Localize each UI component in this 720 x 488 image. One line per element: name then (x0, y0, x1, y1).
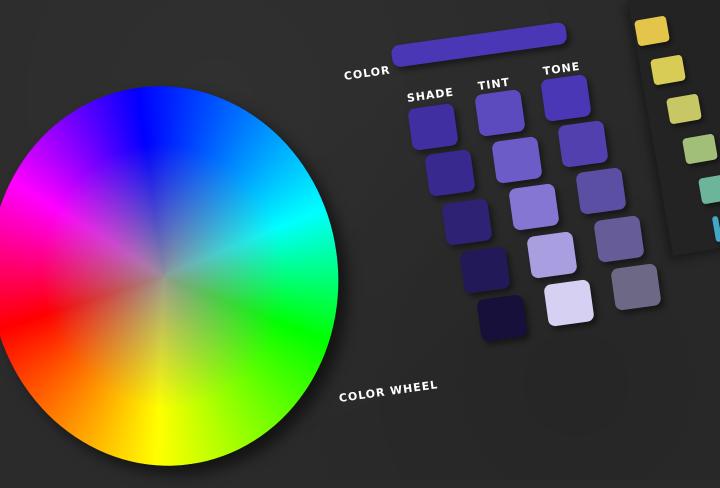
palette-swatch[interactable] (633, 15, 671, 47)
tone-swatch[interactable] (610, 263, 662, 311)
tone-swatch[interactable] (575, 167, 627, 215)
shade-swatch[interactable] (476, 294, 528, 342)
palette-swatch[interactable] (681, 133, 719, 165)
tone-swatch[interactable] (540, 74, 592, 122)
tint-swatch[interactable] (508, 183, 560, 231)
tint-swatch[interactable] (543, 279, 595, 327)
shade-swatch[interactable] (407, 103, 459, 151)
tone-swatch[interactable] (557, 120, 609, 168)
tone-swatch[interactable] (593, 215, 645, 263)
tint-swatch[interactable] (474, 89, 526, 137)
tint-swatch[interactable] (526, 231, 578, 279)
shade-swatch[interactable] (424, 149, 476, 197)
palette-swatch[interactable] (665, 93, 703, 125)
palette-swatch[interactable] (649, 54, 687, 86)
shade-swatch[interactable] (459, 246, 511, 294)
shade-swatch[interactable] (441, 198, 493, 246)
tint-swatch[interactable] (491, 136, 543, 184)
palette-swatch[interactable] (697, 173, 720, 205)
